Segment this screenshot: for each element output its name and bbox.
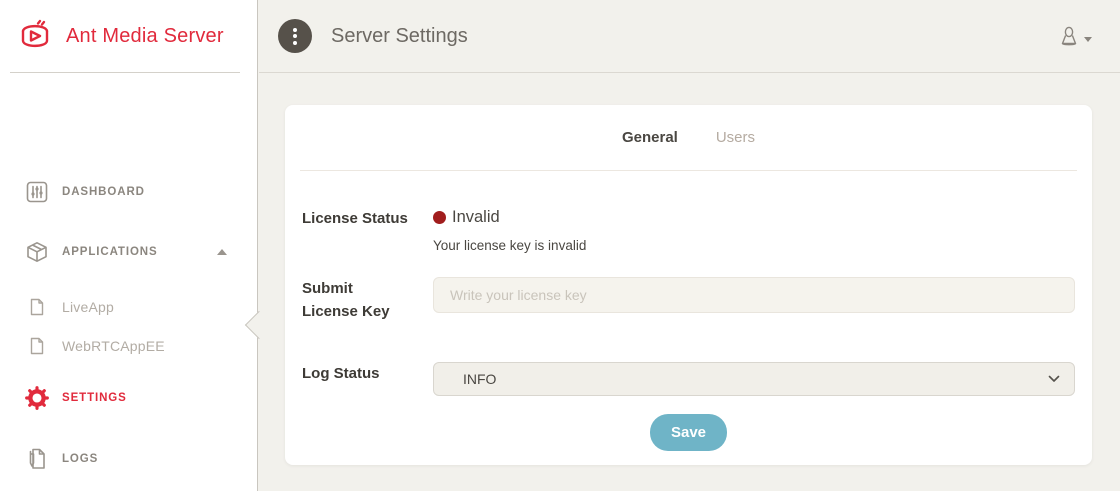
- tab-users[interactable]: Users: [716, 129, 755, 146]
- submit-license-label: Submit License Key: [302, 277, 433, 323]
- license-status-label: License Status: [302, 207, 433, 255]
- sidebar-item-label: LiveApp: [62, 299, 114, 315]
- submit-license-field: [433, 277, 1075, 323]
- chevron-down-icon: [1084, 37, 1092, 42]
- file-icon: [28, 298, 46, 316]
- ellipsis-dot: [293, 41, 297, 45]
- gear-icon: [25, 386, 49, 410]
- license-status-line: Invalid: [433, 207, 1075, 227]
- sidebar-item-label: APPLICATIONS: [62, 246, 158, 258]
- sidebar-nav: DASHBOARD APPLICATIONS LiveAp: [0, 73, 257, 491]
- general-settings-form: License Status Invalid Your license key …: [285, 207, 1092, 451]
- sidebar: Ant Media Server DASHBOARD: [0, 0, 258, 491]
- license-status-row: License Status Invalid Your license key …: [302, 207, 1075, 255]
- file-icon: [28, 337, 46, 355]
- collapse-caret-icon[interactable]: [217, 249, 227, 255]
- save-button[interactable]: Save: [650, 414, 727, 451]
- page-title: Server Settings: [331, 25, 468, 48]
- sidebar-item-label: SETTINGS: [62, 392, 127, 404]
- ant-media-logo-icon: [14, 15, 56, 57]
- log-status-select[interactable]: INFO: [433, 362, 1075, 396]
- server-settings-card: General Users License Status Invalid You…: [285, 105, 1092, 465]
- sidebar-item-label: DASHBOARD: [62, 186, 145, 198]
- license-status-value: Invalid: [452, 208, 500, 227]
- sliders-icon: [25, 180, 49, 204]
- sidebar-item-webrtcappee[interactable]: WebRTCAppEE: [0, 330, 257, 362]
- sidebar-item-dashboard[interactable]: DASHBOARD: [0, 176, 257, 208]
- ellipsis-dot: [293, 28, 297, 32]
- sidebar-item-settings[interactable]: SETTINGS: [0, 382, 257, 414]
- header: Server Settings: [259, 0, 1120, 73]
- sidebar-item-applications[interactable]: APPLICATIONS: [0, 236, 257, 268]
- tab-general[interactable]: General: [622, 129, 678, 146]
- status-dot-icon: [433, 211, 446, 224]
- log-status-row: Log Status INFO: [302, 362, 1075, 396]
- license-status-value-group: Invalid Your license key is invalid: [433, 207, 1075, 255]
- log-status-label: Log Status: [302, 362, 433, 396]
- log-status-field: INFO: [433, 362, 1075, 396]
- user-menu[interactable]: [1058, 24, 1092, 48]
- submit-license-row: Submit License Key: [302, 277, 1075, 323]
- chevron-down-icon: [1048, 375, 1060, 383]
- license-key-input[interactable]: [433, 277, 1075, 313]
- brand-logo[interactable]: Ant Media Server: [0, 0, 257, 72]
- sidebar-item-label: WebRTCAppEE: [62, 338, 165, 354]
- sidebar-item-logs[interactable]: LOGS: [0, 443, 257, 475]
- settings-tabs: General Users: [285, 105, 1092, 170]
- tabs-divider: [300, 170, 1077, 171]
- log-status-selected-value: INFO: [463, 371, 496, 387]
- log-document-icon: [25, 447, 49, 471]
- sidebar-item-liveapp[interactable]: LiveApp: [0, 291, 257, 323]
- user-icon: [1058, 24, 1080, 48]
- brand-name: Ant Media Server: [66, 25, 224, 48]
- content-area: General Users License Status Invalid You…: [259, 74, 1120, 491]
- save-row: Save: [302, 414, 1075, 451]
- ellipsis-dot: [293, 34, 297, 38]
- package-icon: [25, 240, 49, 264]
- sidebar-item-label: LOGS: [62, 453, 98, 465]
- license-status-detail: Your license key is invalid: [433, 238, 1075, 255]
- options-menu-button[interactable]: [278, 19, 312, 53]
